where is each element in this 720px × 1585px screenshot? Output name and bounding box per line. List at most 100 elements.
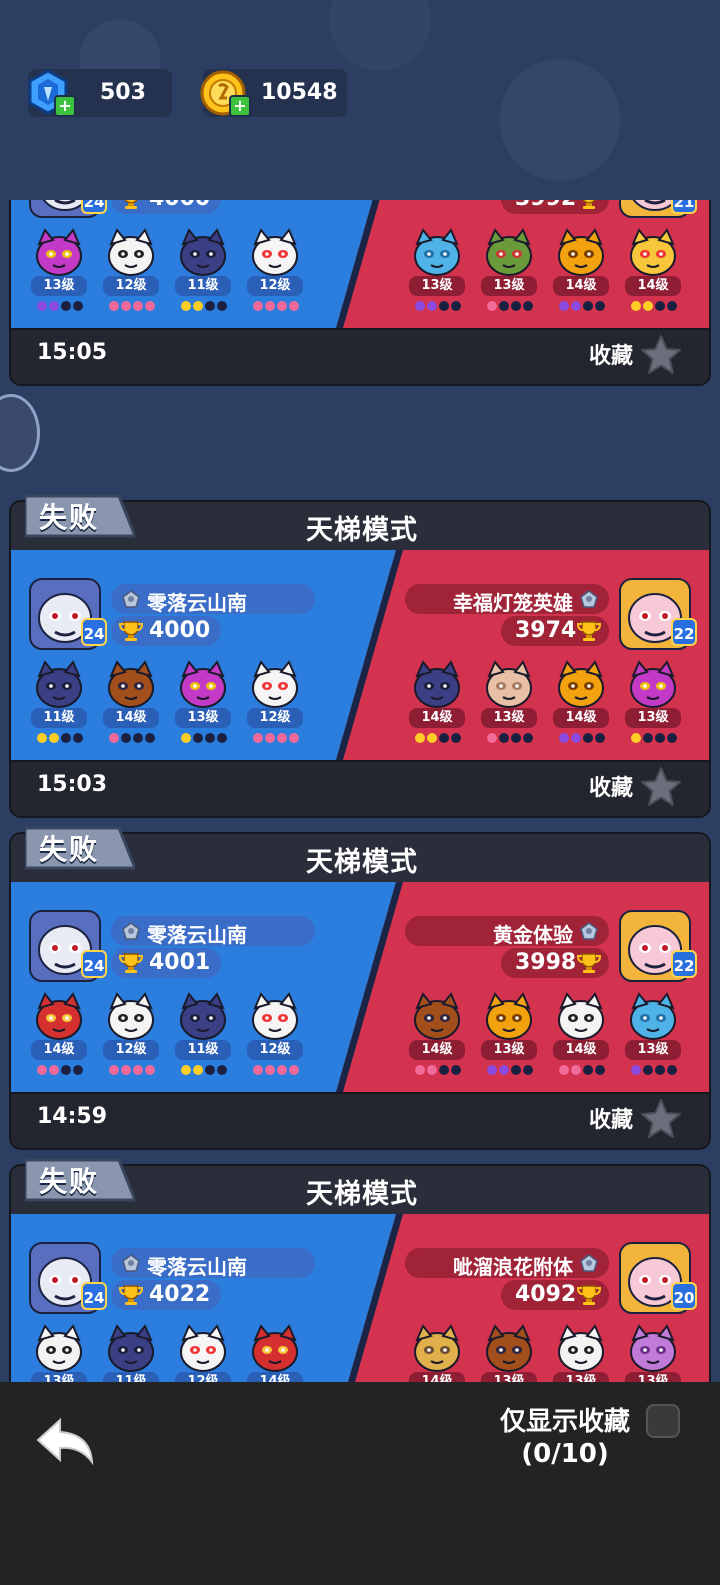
only-favorites-checkbox[interactable]	[646, 1404, 680, 1438]
star-dot	[277, 301, 287, 311]
gems-counter[interactable]: + 503	[28, 69, 172, 117]
star-dot	[427, 1065, 437, 1075]
my-avatar[interactable]: 24	[29, 200, 107, 218]
opponent-unit[interactable]: 14级	[553, 660, 609, 743]
opponent-avatar[interactable]: 20	[619, 1242, 697, 1314]
star-dot	[643, 301, 653, 311]
opponent-player-name: 黄金体验	[493, 923, 573, 947]
unit-level: 14级	[409, 708, 465, 728]
opponent-avatar[interactable]: 22	[619, 578, 697, 650]
my-unit[interactable]: 11级	[31, 660, 87, 743]
opponent-unit[interactable]: 14级	[409, 992, 465, 1075]
unit-level: 14级	[103, 708, 159, 728]
match-history-list[interactable]: 天梯模式24零落云山南4000波动拳之王39922113级12级11级12级13…	[0, 200, 720, 1398]
star-dot	[61, 1065, 71, 1075]
rank-emblem-icon	[122, 590, 140, 608]
star-dot	[643, 1065, 653, 1075]
my-unit[interactable]: 14级	[31, 992, 87, 1075]
my-trophies: 4001	[149, 950, 211, 975]
my-avatar[interactable]: 24	[29, 1242, 107, 1314]
back-arrow-icon[interactable]	[34, 1416, 98, 1468]
opponent-score-bar: 3974	[501, 616, 609, 646]
opponent-unit[interactable]: 14级	[553, 992, 609, 1075]
my-unit[interactable]: 11级	[175, 228, 231, 311]
star-dot	[583, 733, 593, 743]
opponent-unit[interactable]: 13级	[481, 228, 537, 311]
star-dot	[487, 733, 497, 743]
unit-level: 14级	[553, 276, 609, 296]
my-unit[interactable]: 12级	[103, 992, 159, 1075]
my-level-badge: 24	[81, 618, 107, 646]
star-dot	[631, 733, 641, 743]
my-avatar[interactable]: 24	[29, 578, 107, 650]
favorites-count: (0/10)	[521, 1439, 609, 1469]
opponent-unit[interactable]: 13级	[481, 660, 537, 743]
star-icon[interactable]	[639, 333, 683, 377]
opponent-unit[interactable]: 14级	[625, 228, 681, 311]
opponent-score-bar: 3998	[501, 948, 609, 978]
my-unit[interactable]: 11级	[175, 992, 231, 1075]
my-unit[interactable]: 12级	[247, 992, 303, 1075]
trophy-icon	[124, 200, 138, 209]
star-dot	[121, 733, 131, 743]
opponent-avatar[interactable]: 22	[619, 910, 697, 982]
opponent-unit[interactable]: 13级	[409, 228, 465, 311]
my-unit[interactable]: 12级	[247, 228, 303, 311]
panda-unit-icon	[108, 228, 154, 276]
star-dot	[181, 733, 191, 743]
my-score-bar: 4022	[111, 1280, 221, 1310]
unit-star-dots	[37, 296, 85, 311]
opponent-unit[interactable]: 13级	[625, 660, 681, 743]
my-level-badge: 24	[81, 950, 107, 978]
unit-star-dots	[487, 728, 535, 743]
star-dot	[487, 301, 497, 311]
slime-unit-icon	[414, 228, 460, 276]
star-dot	[655, 1065, 665, 1075]
star-dot	[667, 301, 677, 311]
add-gems-icon[interactable]: +	[54, 95, 76, 117]
favorite-label: 收藏	[588, 344, 633, 369]
add-coins-icon[interactable]: +	[229, 95, 251, 117]
cat-unit-icon	[180, 660, 226, 708]
opponent-unit[interactable]: 14级	[409, 660, 465, 743]
unit-level: 11级	[31, 708, 87, 728]
rank-emblem-icon	[580, 922, 598, 940]
shadow-unit-icon	[180, 228, 226, 276]
shadow-unit-icon	[414, 660, 460, 708]
panda-unit-icon	[108, 992, 154, 1040]
star-dot	[205, 1065, 215, 1075]
my-level-badge: 24	[81, 200, 107, 214]
star-dot	[145, 1065, 155, 1075]
my-avatar[interactable]: 24	[29, 910, 107, 982]
opponent-unit[interactable]: 13级	[625, 992, 681, 1075]
rank-emblem-icon	[122, 1254, 140, 1272]
star-icon[interactable]	[639, 1097, 683, 1141]
unit-star-dots	[109, 296, 157, 311]
my-unit[interactable]: 13级	[31, 228, 87, 311]
cat-unit-icon	[630, 660, 676, 708]
star-dot	[427, 301, 437, 311]
coins-counter[interactable]: + 10548	[200, 69, 347, 117]
shadow-unit-icon	[108, 1324, 154, 1372]
my-name-bar: 零落云山南	[111, 916, 315, 947]
opponent-avatar[interactable]: 21	[619, 200, 697, 218]
my-unit[interactable]: 14级	[103, 660, 159, 743]
opponent-unit[interactable]: 13级	[481, 992, 537, 1075]
my-unit[interactable]: 12级	[247, 660, 303, 743]
star-dot	[217, 1065, 227, 1075]
unit-star-dots	[415, 728, 463, 743]
star-dot	[523, 301, 533, 311]
unit-level: 14级	[553, 1040, 609, 1060]
trophy-icon	[119, 1285, 143, 1305]
unit-level: 13级	[481, 1040, 537, 1060]
star-icon[interactable]	[639, 765, 683, 809]
opponent-unit[interactable]: 14级	[553, 228, 609, 311]
star-dot	[73, 1065, 83, 1075]
fire-unit-icon	[558, 660, 604, 708]
my-unit[interactable]: 13级	[175, 660, 231, 743]
my-unit[interactable]: 12级	[103, 228, 159, 311]
star-dot	[439, 1065, 449, 1075]
trophy-icon	[577, 1285, 601, 1305]
opponent-trophies: 3974	[515, 618, 577, 643]
opponent-score-bar: 4092	[501, 1280, 609, 1310]
